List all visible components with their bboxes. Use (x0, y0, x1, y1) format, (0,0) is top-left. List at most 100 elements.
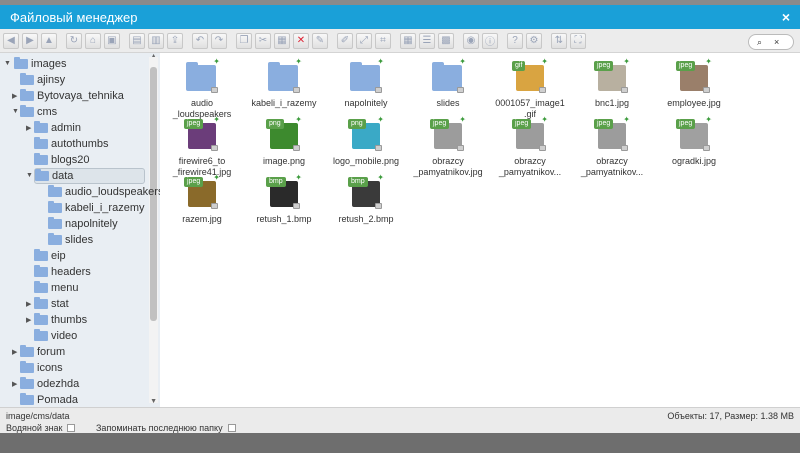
new-folder-icon[interactable]: ▤ (129, 32, 145, 49)
tree-item-slides[interactable]: slides (48, 233, 93, 247)
copy-icon[interactable]: ❐ (236, 32, 252, 49)
current-path: image/cms/data (6, 411, 70, 421)
upload-icon[interactable]: ⇪ (167, 32, 183, 49)
tree-item-napolnitely[interactable]: napolnitely (48, 217, 118, 231)
file-item[interactable]: jpeg ✦ bnc1.jpg (572, 57, 652, 109)
cut-icon[interactable]: ✂ (255, 32, 271, 49)
tree-item-admin[interactable]: admin (34, 121, 81, 135)
resize-icon[interactable]: ⤢ (356, 32, 372, 49)
folder-icon (20, 89, 34, 101)
home-icon[interactable]: ⌂ (85, 32, 101, 49)
info-icon[interactable]: ⓘ (482, 32, 498, 49)
tree-item-kabeli_i_razemy[interactable]: kabeli_i_razemy (48, 201, 144, 215)
tree-item-label: napolnitely (65, 218, 118, 230)
title-bar: Файловый менеджер × (0, 5, 800, 29)
tree-item-thumbs[interactable]: thumbs (34, 313, 87, 327)
grid-view-icon[interactable]: ▦ (400, 32, 416, 49)
tree-item-menu[interactable]: menu (34, 281, 79, 295)
file-item[interactable]: jpeg ✦ obrazcy _pamyatnikov.jpg (408, 115, 488, 178)
file-item[interactable]: bmp ✦ retush_1.bmp (244, 173, 324, 225)
help-icon[interactable]: ? (507, 32, 523, 49)
file-item[interactable]: jpeg ✦ ogradki.jpg (654, 115, 734, 167)
tree-item-bytovaya_tehnika[interactable]: Bytovaya_tehnika (20, 89, 124, 103)
tree-item-blogs20[interactable]: blogs20 (34, 153, 90, 167)
remember-folder-option[interactable]: Запоминать последнюю папку (96, 423, 236, 433)
tree-toggle-icon[interactable]: ▶ (26, 124, 31, 132)
tree-item-cms[interactable]: cms (20, 105, 57, 119)
file-item[interactable]: png ✦ logo_mobile.png (326, 115, 406, 167)
tree-toggle-icon[interactable]: ▶ (26, 300, 31, 308)
up-icon[interactable]: ▲ (41, 32, 57, 49)
file-name: ogradki.jpg (671, 156, 717, 166)
edit-icon[interactable]: ✐ (337, 32, 353, 49)
forward-icon[interactable]: ▶ (22, 32, 38, 49)
tree-item-label: images (31, 58, 67, 70)
fullscreen-icon[interactable]: ⛶ (570, 32, 586, 49)
lock-icon (293, 145, 300, 151)
file-item[interactable]: jpeg ✦ employee.jpg (654, 57, 734, 109)
pin-icon: ✦ (705, 115, 712, 124)
settings-icon[interactable]: ⚙ (526, 32, 542, 49)
folder-item[interactable]: ✦ audio _loudspeakers (162, 57, 242, 120)
tree-item-headers[interactable]: headers (34, 265, 91, 279)
tree-item-stat[interactable]: stat (34, 297, 69, 311)
tree-item-data[interactable]: data (34, 168, 145, 184)
file-type-badge: jpeg (594, 61, 614, 71)
search-clear-icon[interactable]: × (774, 37, 779, 47)
remember-folder-checkbox[interactable] (227, 424, 236, 432)
tree-item-label: audio_loudspeakers (65, 186, 160, 198)
file-item[interactable]: jpeg ✦ razem.jpg (162, 173, 242, 225)
new-file-icon[interactable]: ▥ (148, 32, 164, 49)
file-type-badge: jpeg (512, 119, 532, 129)
file-item[interactable]: jpeg ✦ obrazcy _pamyatnikov... (572, 115, 652, 178)
paste-icon[interactable]: ▦ (274, 32, 290, 49)
archive-icon[interactable]: ▩ (438, 32, 454, 49)
tree-toggle-icon[interactable]: ▶ (26, 316, 31, 324)
sort-icon[interactable]: ⇅ (551, 32, 567, 49)
file-name: obrazcy _pamyatnikov... (498, 156, 562, 177)
rename-icon[interactable]: ✎ (312, 32, 328, 49)
save-icon[interactable]: ▣ (104, 32, 120, 49)
folder-item[interactable]: ✦ kabeli_i_razemy (244, 57, 324, 109)
pin-icon: ✦ (623, 57, 630, 66)
back-icon[interactable]: ◀ (3, 32, 19, 49)
redo-icon[interactable]: ↷ (211, 32, 227, 49)
file-name: 0001057_image1 .gif (495, 98, 565, 119)
tree-toggle-icon[interactable]: ▶ (12, 380, 17, 388)
scroll-down-icon[interactable]: ▼ (150, 398, 157, 405)
file-item[interactable]: jpeg ✦ obrazcy _pamyatnikov... (490, 115, 570, 178)
tree-item-audio_loudspeakers[interactable]: audio_loudspeakers (48, 185, 160, 199)
file-item[interactable]: jpeg ✦ firewire6_to _firewire41.jpg (162, 115, 242, 178)
tree-item-icons[interactable]: icons (20, 361, 63, 375)
folder-item[interactable]: ✦ napolnitely (326, 57, 406, 109)
tree-item-images[interactable]: images (14, 57, 66, 71)
preview-icon[interactable]: ◉ (463, 32, 479, 49)
crop-icon[interactable]: ⌗ (375, 32, 391, 49)
undo-icon[interactable]: ↶ (192, 32, 208, 49)
file-item[interactable]: gif ✦ 0001057_image1 .gif (490, 57, 570, 120)
tree-toggle-icon[interactable]: ▼ (26, 172, 33, 179)
watermark-checkbox[interactable] (67, 424, 76, 432)
file-item[interactable]: bmp ✦ retush_2.bmp (326, 173, 406, 225)
file-item[interactable]: png ✦ image.png (244, 115, 324, 167)
reload-icon[interactable]: ↻ (66, 32, 82, 49)
tree-item-ajinsy[interactable]: ajinsy (20, 73, 65, 87)
tree-item-video[interactable]: video (34, 329, 77, 343)
tree-toggle-icon[interactable]: ▼ (4, 60, 11, 67)
tree-item-pomada[interactable]: Pomada (20, 393, 78, 407)
delete-icon[interactable]: ✕ (293, 32, 309, 49)
folder-item[interactable]: ✦ slides (408, 57, 488, 109)
list-view-icon[interactable]: ☰ (419, 32, 435, 49)
search-input[interactable]: ⌕ × (748, 34, 794, 50)
tree-item-forum[interactable]: forum (20, 345, 65, 359)
watermark-option[interactable]: Водяной знак (6, 423, 76, 433)
tree-toggle-icon[interactable]: ▼ (12, 108, 19, 115)
tree-scrollbar[interactable] (149, 57, 158, 403)
tree-item-label: Pomada (37, 394, 78, 406)
close-icon[interactable]: × (782, 9, 790, 25)
tree-item-odezhda[interactable]: odezhda (20, 377, 79, 391)
tree-toggle-icon[interactable]: ▶ (12, 348, 17, 356)
tree-toggle-icon[interactable]: ▶ (12, 92, 17, 100)
tree-item-eip[interactable]: eip (34, 249, 66, 263)
tree-item-autothumbs[interactable]: autothumbs (34, 137, 108, 151)
